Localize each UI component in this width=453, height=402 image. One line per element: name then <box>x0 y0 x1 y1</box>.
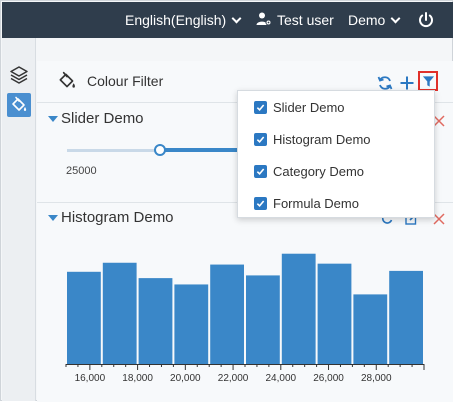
x-tick-label: 20,000 <box>170 373 201 384</box>
chevron-down-icon <box>390 13 401 24</box>
histogram-bar-2 <box>102 262 137 364</box>
x-tick-label: 26,000 <box>313 373 344 384</box>
top-bar: English(English) Test user Demo <box>2 2 453 38</box>
project-menu[interactable]: Demo <box>348 2 401 38</box>
filter-option-slider-demo[interactable]: Slider Demo <box>254 97 345 117</box>
layers-button[interactable] <box>7 63 31 87</box>
histogram-section-title: Histogram Demo <box>61 209 174 226</box>
colour-filter-button[interactable] <box>7 93 31 117</box>
slider-range <box>160 148 242 152</box>
slider-thumb[interactable] <box>154 144 166 156</box>
power-icon[interactable] <box>418 12 434 28</box>
collapse-arrow-icon[interactable] <box>48 116 58 122</box>
paint-bucket-icon <box>12 96 27 111</box>
refresh-icon <box>377 76 393 90</box>
slider-min-label: 25000 <box>66 165 97 177</box>
histogram-bar-6 <box>246 275 280 364</box>
histogram-bar-5 <box>210 264 244 364</box>
user-gear-icon <box>256 12 272 26</box>
histogram-bar-10 <box>389 270 423 364</box>
language-label: English(English) <box>125 12 227 28</box>
x-tick-label: 28,000 <box>361 373 392 384</box>
plus-icon <box>400 76 414 90</box>
filter-option-label: Formula Demo <box>273 195 359 211</box>
paint-bucket-icon <box>59 71 75 88</box>
filter-option-category-demo[interactable]: Category Demo <box>254 161 364 181</box>
sidebar <box>2 38 36 401</box>
layers-icon <box>10 66 28 84</box>
filter-option-label: Slider Demo <box>273 99 345 115</box>
x-tick-label: 18,000 <box>122 373 153 384</box>
user-menu[interactable]: Test user <box>256 2 334 38</box>
language-menu[interactable]: English(English) <box>125 2 242 38</box>
checkbox-checked-icon[interactable] <box>254 132 267 146</box>
app-window: English(English) Test user Demo Colour F… <box>0 0 453 402</box>
filter-option-histogram-demo[interactable]: Histogram Demo <box>254 129 371 149</box>
user-label: Test user <box>277 12 334 28</box>
filter-option-formula-demo[interactable]: Formula Demo <box>254 193 359 213</box>
x-tick-label: 24,000 <box>266 373 297 384</box>
histogram-bar-3 <box>138 278 173 364</box>
checkbox-checked-icon[interactable] <box>254 196 267 210</box>
histogram-bar-1 <box>67 271 101 364</box>
filter-option-label: Category Demo <box>273 163 365 179</box>
checkbox-checked-icon[interactable] <box>254 164 267 178</box>
checkbox-checked-icon[interactable] <box>254 100 267 114</box>
panel-title: Colour Filter <box>87 73 164 89</box>
filter-funnel-icon <box>422 75 434 87</box>
histogram-bar-4 <box>174 284 209 364</box>
chevron-down-icon <box>231 13 242 24</box>
filter-button[interactable] <box>418 71 438 91</box>
histogram-bar-7 <box>281 253 316 364</box>
project-label: Demo <box>348 12 386 28</box>
filter-option-label: Histogram Demo <box>273 131 371 147</box>
histogram-chart: 16,000 18,000 20,000 22,000 24,000 26,000 28,0… <box>65 253 425 384</box>
slider-section-title: Slider Demo <box>61 110 144 127</box>
filter-dropdown: Slider Demo Histogram Demo Category Demo… <box>237 90 435 218</box>
histogram-bar-9 <box>353 294 388 364</box>
x-tick-label: 22,000 <box>218 373 249 384</box>
histogram-bar-8 <box>317 263 352 364</box>
collapse-arrow-icon[interactable] <box>48 215 58 221</box>
x-tick-label: 16,000 <box>75 373 106 384</box>
